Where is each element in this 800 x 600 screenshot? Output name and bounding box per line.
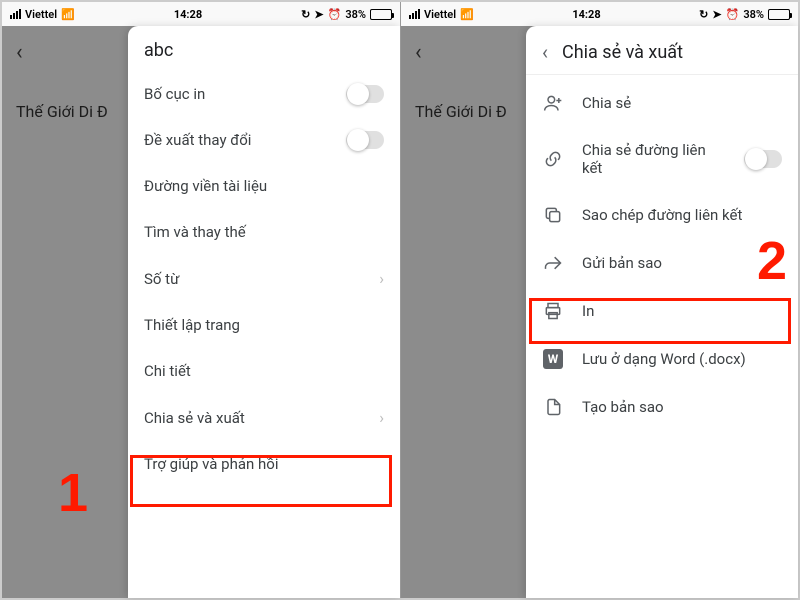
sheet-header: abc: [128, 26, 400, 71]
divider: [526, 74, 798, 75]
carrier-label: Viettel: [424, 8, 456, 21]
menu-item-share[interactable]: Chia sẻ: [526, 79, 798, 127]
menu-item-print-layout[interactable]: Bố cục in: [128, 71, 400, 117]
toggle-icon[interactable]: [744, 150, 782, 168]
print-icon: [542, 301, 564, 321]
toggle-icon[interactable]: [346, 85, 384, 103]
word-icon: W: [542, 349, 564, 369]
copy-icon: [542, 205, 564, 225]
chevron-right-icon: ›: [379, 269, 384, 288]
step-number-2: 2: [757, 230, 787, 292]
menu-item-share-link[interactable]: Chia sẻ đường liên kết: [526, 127, 798, 191]
step-number-1: 1: [58, 462, 88, 524]
link-icon: [542, 149, 564, 169]
overflow-menu-sheet: abc Bố cục in Đề xuất thay đổi Đường viề…: [128, 26, 400, 598]
orientation-lock-icon: ↻: [301, 8, 310, 21]
location-icon: ➤: [314, 8, 323, 21]
wifi-icon: 📶: [460, 8, 474, 21]
signal-icon: [409, 9, 420, 19]
sheet-title: abc: [144, 40, 173, 61]
screenshot-left: Viettel 📶 14:28 ↻ ➤ ⏰ 38% ‹ Thế Giới Di …: [2, 2, 400, 598]
forward-icon: [542, 253, 564, 273]
alarm-icon: ⏰: [328, 8, 342, 21]
status-bar: Viettel 📶 14:28 ↻ ➤ ⏰ 38%: [2, 2, 400, 26]
location-icon: ➤: [712, 8, 721, 21]
toggle-icon[interactable]: [346, 131, 384, 149]
menu-item-word-count[interactable]: Số từ ›: [128, 255, 400, 302]
menu-item-document-outline[interactable]: Đường viền tài liệu: [128, 163, 400, 209]
menu-item-help-feedback[interactable]: Trợ giúp và phản hồi: [128, 441, 400, 487]
battery-icon: [370, 9, 392, 20]
back-button[interactable]: ‹: [542, 40, 548, 64]
alarm-icon: ⏰: [726, 8, 740, 21]
status-time: 14:28: [572, 8, 600, 21]
sheet-title: Chia sẻ và xuất: [562, 42, 683, 63]
menu-item-details[interactable]: Chi tiết: [128, 348, 400, 394]
battery-icon: [768, 9, 790, 20]
menu-item-suggest-changes[interactable]: Đề xuất thay đổi: [128, 117, 400, 163]
menu-item-share-export[interactable]: Chia sẻ và xuất ›: [128, 394, 400, 441]
person-add-icon: [542, 93, 564, 113]
menu-item-save-word[interactable]: W Lưu ở dạng Word (.docx): [526, 335, 798, 383]
orientation-lock-icon: ↻: [699, 8, 708, 21]
share-export-sheet: ‹ Chia sẻ và xuất Chia sẻ Chia sẻ đường …: [526, 26, 798, 598]
menu-item-make-copy[interactable]: Tạo bản sao: [526, 383, 798, 431]
screenshot-right: Viettel 📶 14:28 ↻ ➤ ⏰ 38% ‹ Thế Giới Di …: [400, 2, 798, 598]
battery-pct: 38%: [743, 8, 764, 21]
menu-item-page-setup[interactable]: Thiết lập trang: [128, 302, 400, 348]
menu-item-find-replace[interactable]: Tìm và thay thế: [128, 209, 400, 255]
signal-icon: [10, 9, 21, 19]
chevron-right-icon: ›: [379, 408, 384, 427]
menu-item-print[interactable]: In: [526, 287, 798, 335]
status-bar: Viettel 📶 14:28 ↻ ➤ ⏰ 38%: [401, 2, 798, 26]
status-time: 14:28: [174, 8, 202, 21]
menu-list: Bố cục in Đề xuất thay đổi Đường viền tà…: [128, 71, 400, 487]
carrier-label: Viettel: [25, 8, 57, 21]
wifi-icon: 📶: [61, 8, 75, 21]
file-copy-icon: [542, 397, 564, 417]
battery-pct: 38%: [345, 8, 366, 21]
sheet-header: ‹ Chia sẻ và xuất: [526, 26, 798, 74]
